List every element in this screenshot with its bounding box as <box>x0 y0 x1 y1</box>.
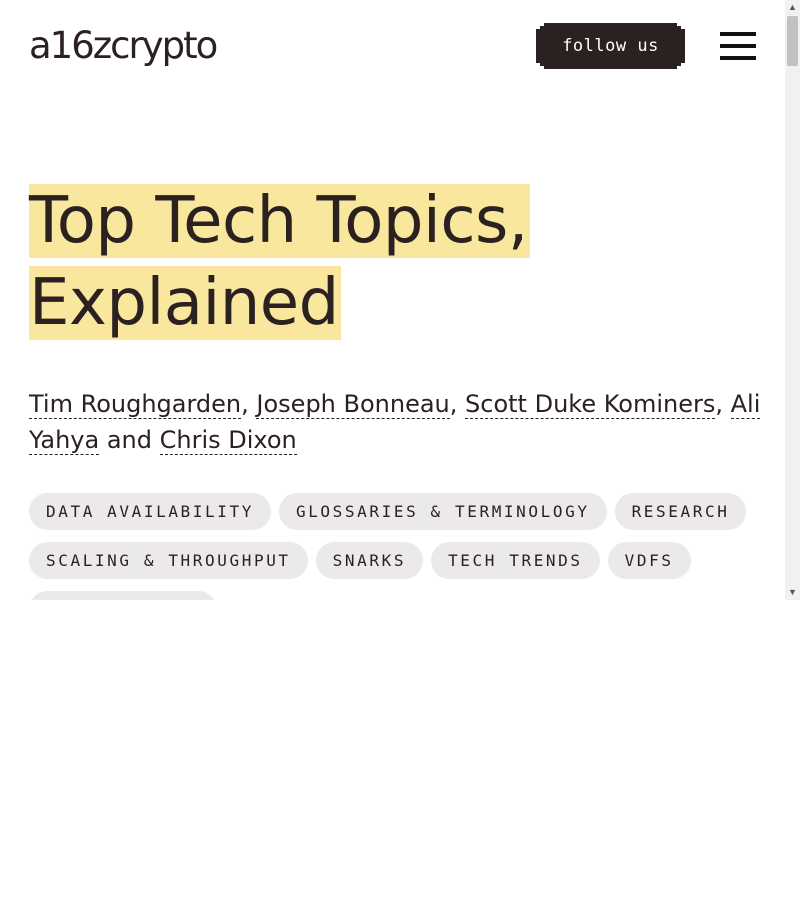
follow-us-button[interactable]: follow us <box>536 23 685 69</box>
vertical-scrollbar[interactable]: ▲ ▼ <box>785 0 800 600</box>
tag-data-availability[interactable]: DATA AVAILABILITY <box>29 493 271 530</box>
author-separator: , <box>449 390 466 418</box>
article-title: Top Tech Topics, Explained <box>29 180 530 344</box>
tag-glossaries-terminology[interactable]: GLOSSARIES & TERMINOLOGY <box>278 493 607 530</box>
author-link[interactable]: Joseph Bonneau <box>256 390 450 419</box>
tag-research[interactable]: RESEARCH <box>614 493 747 530</box>
author-link[interactable]: Tim Roughgarden <box>29 390 242 419</box>
title-line-2: Explained <box>29 266 341 340</box>
tag-scaling-throughput[interactable]: SCALING & THROUGHPUT <box>29 542 308 579</box>
a16zcrypto-logo[interactable]: a16zcrypto <box>29 24 218 68</box>
tag-tech-trends[interactable]: TECH TRENDS <box>431 542 600 579</box>
tag-snarks[interactable]: SNARKS <box>315 542 424 579</box>
author-separator: , <box>715 390 731 418</box>
scroll-up-arrow-icon[interactable]: ▲ <box>785 0 800 15</box>
scroll-down-arrow-icon[interactable]: ▼ <box>785 585 800 600</box>
tag-vdfs[interactable]: VDFS <box>607 542 691 579</box>
tag-partially-visible[interactable] <box>29 591 217 600</box>
author-separator: , <box>241 390 257 418</box>
page-viewport: a16zcrypto follow us Top Tech Topics, Ex… <box>0 0 785 600</box>
hamburger-menu-icon[interactable] <box>720 32 756 60</box>
author-list: Tim Roughgarden, Joseph Bonneau, Scott D… <box>29 386 764 458</box>
scroll-thumb[interactable] <box>787 16 798 66</box>
topic-tag-list: DATA AVAILABILITY GLOSSARIES & TERMINOLOG… <box>29 493 769 600</box>
author-link[interactable]: Chris Dixon <box>159 426 297 455</box>
author-and: and <box>99 426 160 454</box>
title-line-1: Top Tech Topics, <box>29 184 530 258</box>
author-link[interactable]: Scott Duke Kominers <box>465 390 716 419</box>
